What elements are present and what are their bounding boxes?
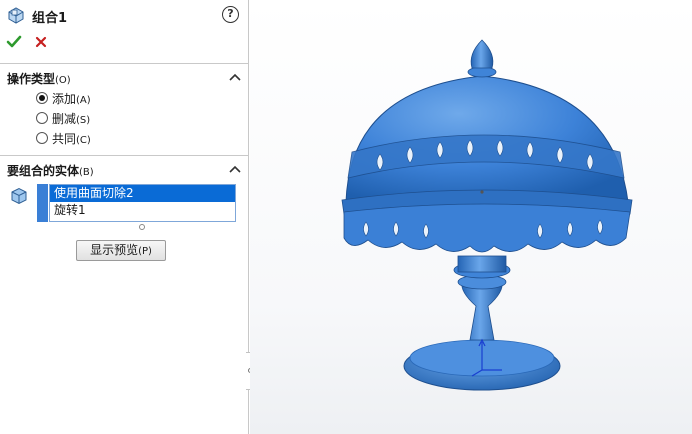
radio-subtract[interactable]: 删减(S) (36, 109, 90, 127)
lamp-stem (461, 281, 503, 341)
property-manager-panel: 组合1 ? 操作类型(O) 添加(A) 删减(S) 共同(C) 要组合的实体(B… (0, 0, 249, 434)
list-item[interactable]: 使用曲面切除2 (50, 185, 235, 202)
radio-add[interactable]: 添加(A) (36, 89, 91, 107)
radio-add-label: 添加(A) (52, 91, 91, 106)
feature-title: 组合1 (32, 11, 68, 26)
combine-feature-icon (8, 7, 24, 24)
divider (0, 155, 249, 156)
cancel-x-icon[interactable] (34, 34, 48, 50)
radio-common[interactable]: 共同(C) (36, 129, 91, 147)
chevron-up-icon[interactable] (229, 164, 241, 174)
radio-common-label: 共同(C) (52, 131, 91, 146)
bodies-section-header[interactable]: 要组合的实体(B) (0, 159, 249, 181)
radio-button[interactable] (36, 112, 48, 124)
operation-type-title: 操作类型(O) (7, 72, 71, 86)
show-preview-button[interactable]: 显示预览(P) (76, 240, 166, 261)
radio-subtract-label: 删减(S) (52, 111, 91, 126)
resize-grip-icon[interactable] (139, 224, 145, 230)
selection-box-accent (37, 184, 48, 222)
feature-title-bar: 组合1 ? (0, 0, 249, 30)
chevron-up-icon[interactable] (229, 72, 241, 82)
operation-type-section-header[interactable]: 操作类型(O) (0, 67, 249, 89)
list-item[interactable]: 旋转1 (50, 202, 235, 219)
radio-button[interactable] (36, 92, 48, 104)
center-point (480, 190, 484, 194)
lamp-skirt (343, 203, 631, 253)
stem-collar (457, 255, 507, 273)
graphics-viewport[interactable] (250, 0, 692, 434)
help-icon[interactable]: ? (222, 6, 239, 23)
lamp-finial (470, 39, 494, 69)
divider (0, 63, 249, 64)
lamp-finial-collar (467, 66, 497, 78)
lamp-3d-model[interactable] (250, 0, 692, 434)
bodies-selection-list[interactable]: 使用曲面切除2 旋转1 (49, 184, 236, 222)
bodies-title: 要组合的实体(B) (7, 164, 94, 178)
radio-button[interactable] (36, 132, 48, 144)
solid-body-icon (11, 187, 27, 205)
ok-check-icon[interactable] (6, 34, 22, 50)
